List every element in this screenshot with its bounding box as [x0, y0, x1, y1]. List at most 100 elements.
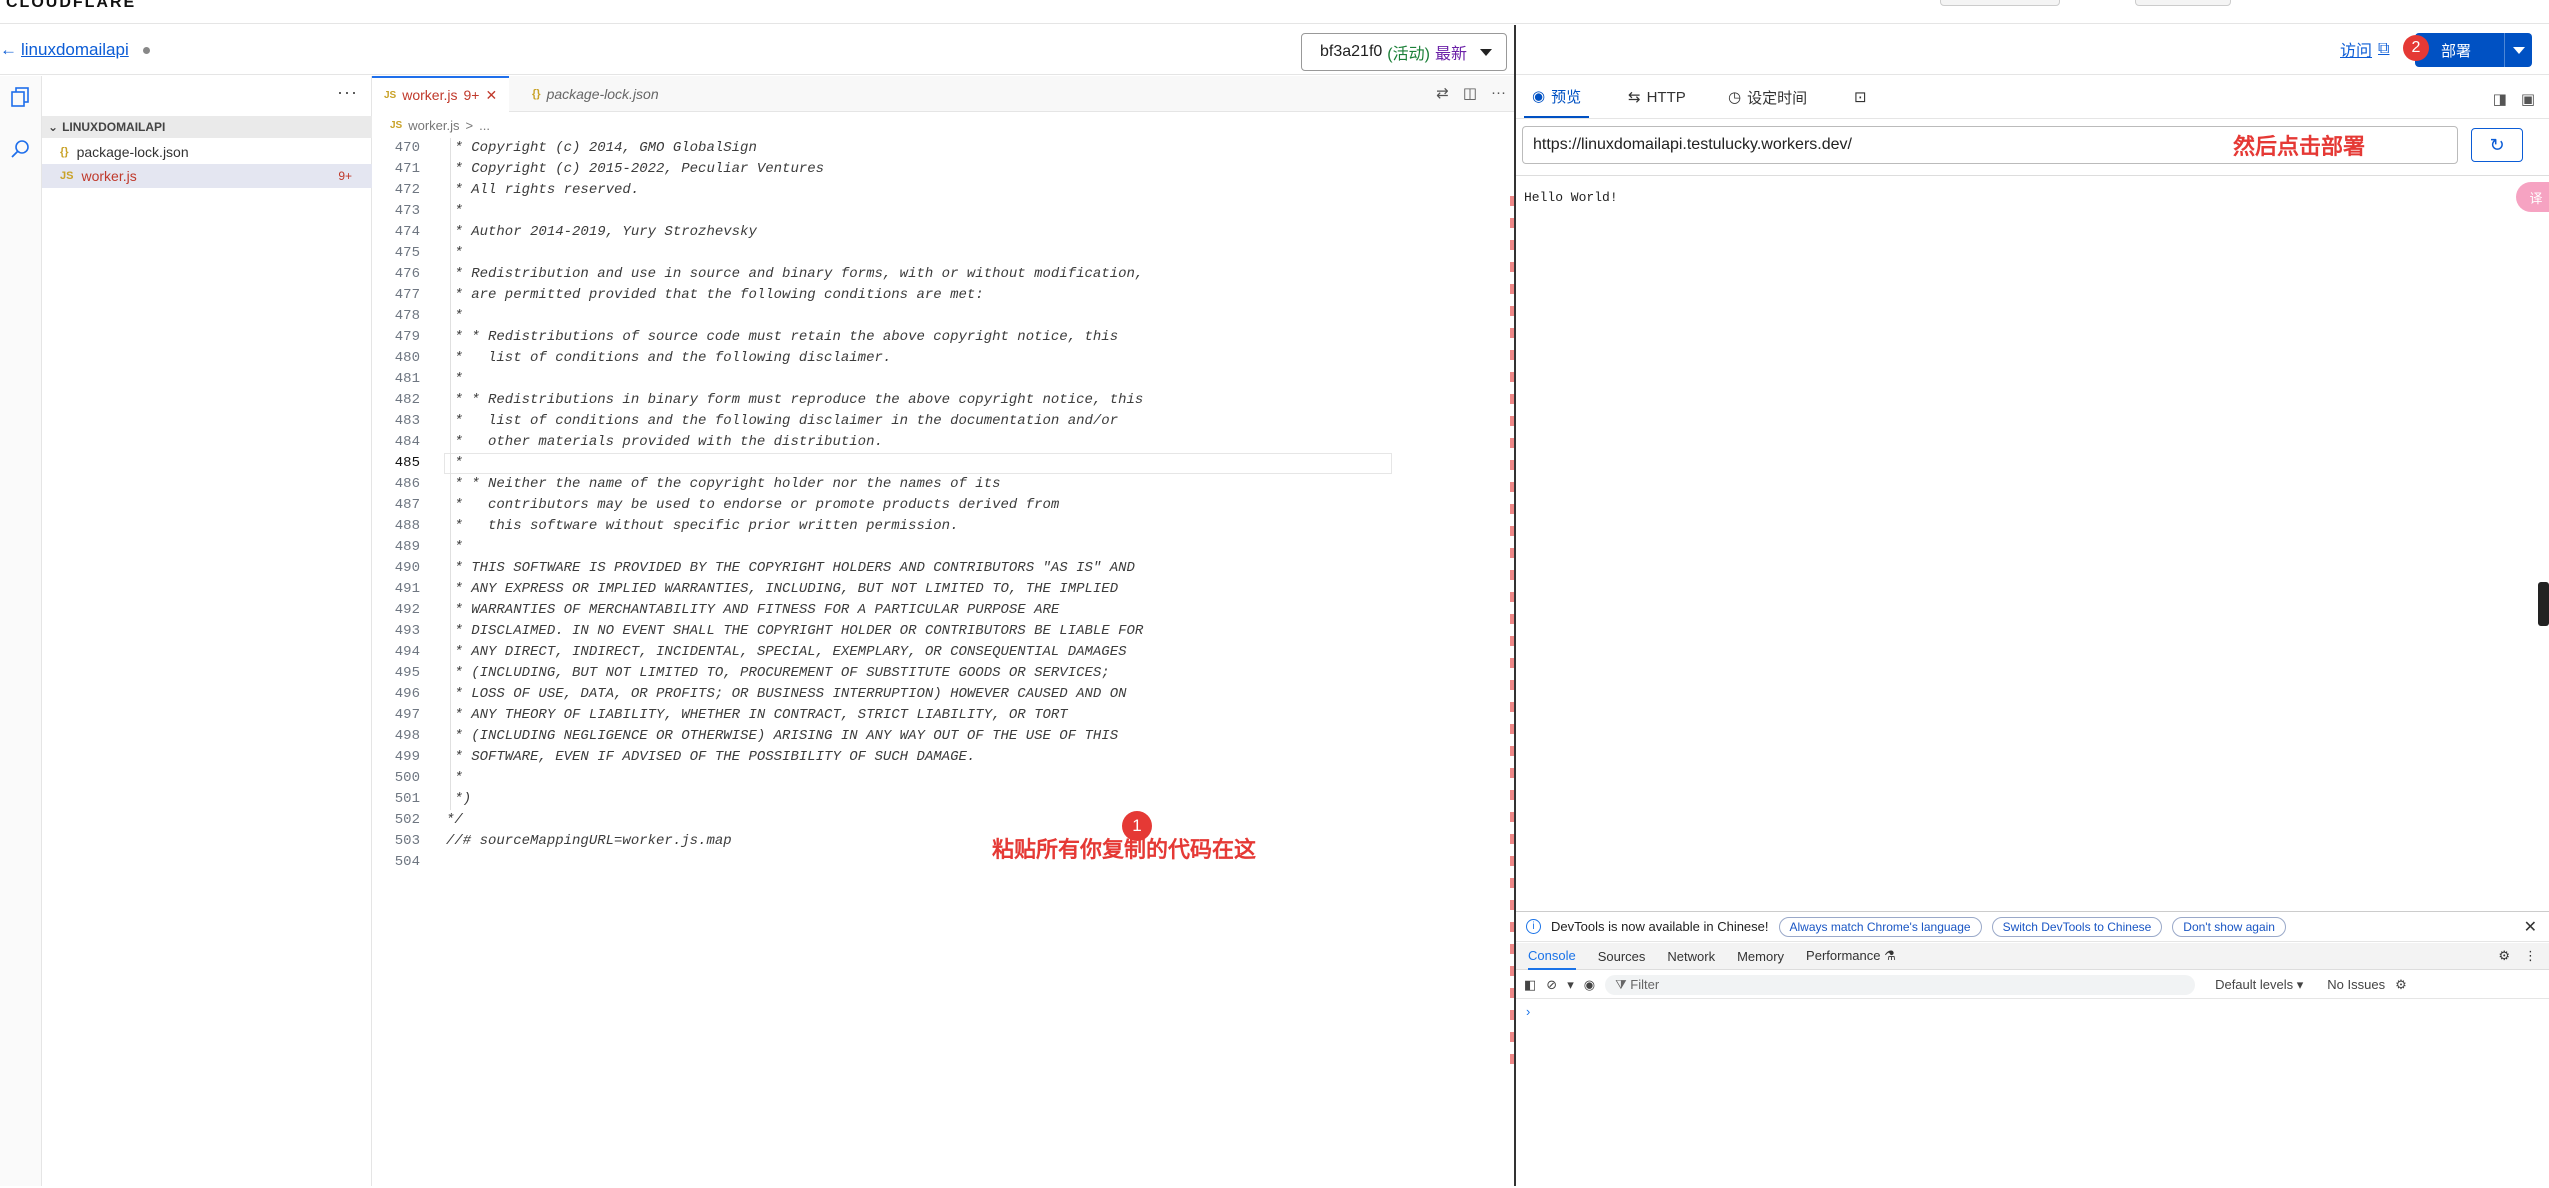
- tab-label: package-lock.json: [546, 86, 659, 102]
- folder-root[interactable]: ⌄ LINUXDOMAILAPI: [42, 116, 372, 138]
- more-icon[interactable]: ···: [1491, 84, 1506, 102]
- worker-name-link[interactable]: linuxdomailapi: [21, 40, 129, 60]
- file-worker-js[interactable]: JS worker.js 9+: [42, 164, 372, 188]
- line-text: * are permitted provided that the follow…: [446, 287, 984, 303]
- code-line[interactable]: 495 * (INCLUDING, BUT NOT LIMITED TO, PR…: [372, 663, 1502, 684]
- code-line[interactable]: 494 * ANY DIRECT, INDIRECT, INCIDENTAL, …: [372, 642, 1502, 663]
- search-icon[interactable]: [10, 138, 32, 160]
- kebab-icon[interactable]: ⋮: [2524, 948, 2537, 964]
- eye-icon[interactable]: ◉: [1584, 977, 1595, 993]
- layout-icon[interactable]: ◨: [2493, 90, 2507, 108]
- explorer-icon[interactable]: [10, 86, 32, 108]
- log-levels-select[interactable]: Default levels ▾: [2215, 977, 2303, 993]
- code-line[interactable]: 502 */: [372, 810, 1502, 831]
- settings-icon[interactable]: ⚙: [2498, 948, 2510, 964]
- code-line[interactable]: 486 * * Neither the name of the copyrigh…: [372, 474, 1502, 495]
- cloudflare-logo[interactable]: CLOUDFLARE: [6, 0, 136, 12]
- refresh-button[interactable]: ↻: [2471, 128, 2523, 162]
- code-line[interactable]: 499 * SOFTWARE, EVEN IF ADVISED OF THE P…: [372, 747, 1502, 768]
- line-number: 484: [394, 434, 420, 450]
- code-line[interactable]: 492 * WARRANTIES OF MERCHANTABILITY AND …: [372, 600, 1502, 621]
- match-language-button[interactable]: Always match Chrome's language: [1778, 916, 1982, 937]
- code-line[interactable]: 475 *: [372, 243, 1502, 264]
- code-line[interactable]: 496 * LOSS OF USE, DATA, OR PROFITS; OR …: [372, 684, 1502, 705]
- line-text: * (INCLUDING, BUT NOT LIMITED TO, PROCUR…: [446, 665, 1110, 681]
- tab-network[interactable]: Network: [1667, 949, 1715, 964]
- split-editor-icon[interactable]: ◫: [1463, 84, 1477, 102]
- code-line[interactable]: 493 * DISCLAIMED. IN NO EVENT SHALL THE …: [372, 621, 1502, 642]
- more-icon[interactable]: ···: [337, 82, 358, 103]
- tab-performance[interactable]: Performance ⚗: [1806, 948, 1896, 964]
- tab-worker-js[interactable]: JS worker.js 9+ ✕: [372, 76, 510, 112]
- visit-link[interactable]: 访问 ⧉: [2340, 37, 2389, 61]
- code-line[interactable]: 487 * contributors may be used to endors…: [372, 495, 1502, 516]
- switch-chinese-button[interactable]: Switch DevTools to Chinese: [1991, 916, 2163, 937]
- filter-input[interactable]: ⧩ Filter: [1605, 974, 2196, 995]
- line-number: 477: [394, 287, 420, 303]
- preview-pane: 访问 ⧉ 部署 2 ◉ 预览 ⇆ HTTP ◷ 设定时间 ⊡ ◨ ▣ https…: [1516, 25, 2549, 1186]
- code-line[interactable]: 504: [372, 852, 1502, 873]
- devtools-icon[interactable]: ▣: [2521, 90, 2535, 108]
- tab-http[interactable]: ⇆ HTTP: [1620, 76, 1694, 118]
- breadcrumb-file[interactable]: worker.js: [408, 118, 459, 133]
- code-line[interactable]: 498 * (INCLUDING NEGLIGENCE OR OTHERWISE…: [372, 726, 1502, 747]
- code-line[interactable]: 501 *): [372, 789, 1502, 810]
- code-line[interactable]: 478 *: [372, 306, 1502, 327]
- code-line[interactable]: 488 * this software without specific pri…: [372, 516, 1502, 537]
- code-line[interactable]: 476 * Redistribution and use in source a…: [372, 264, 1502, 285]
- js-file-icon: JS: [384, 89, 397, 101]
- code-line[interactable]: 470 * Copyright (c) 2014, GMO GlobalSign: [372, 138, 1502, 159]
- compare-icon[interactable]: ⇄: [1436, 84, 1449, 102]
- code-line[interactable]: 503 //# sourceMappingURL=worker.js.map: [372, 831, 1502, 852]
- code-line[interactable]: 500 *: [372, 768, 1502, 789]
- tab-label: 设定时间: [1747, 89, 1808, 107]
- file-package-lock[interactable]: {} package-lock.json: [42, 140, 372, 164]
- code-line[interactable]: 477 * are permitted provided that the fo…: [372, 285, 1502, 306]
- tab-memory[interactable]: Memory: [1737, 949, 1784, 964]
- sidebar-toggle-icon[interactable]: ◧: [1524, 977, 1536, 993]
- issues-counter[interactable]: No Issues: [2327, 977, 2385, 992]
- preview-viewport[interactable]: Hello World! 译: [1516, 175, 2549, 935]
- console-prompt[interactable]: ›: [1526, 1004, 1530, 1019]
- scroll-handle[interactable]: [2538, 582, 2549, 626]
- code-line[interactable]: 481 *: [372, 369, 1502, 390]
- tab-console[interactable]: Console: [1528, 943, 1576, 970]
- code-line[interactable]: 489 *: [372, 537, 1502, 558]
- version-select[interactable]: bf3a21f0 (活动) 最新: [1301, 33, 1507, 71]
- code-line[interactable]: 473 *: [372, 201, 1502, 222]
- tab-preview[interactable]: ◉ 预览: [1524, 76, 1590, 118]
- code-line[interactable]: 479 * * Redistributions of source code m…: [372, 327, 1502, 348]
- close-icon[interactable]: ✕: [485, 87, 497, 104]
- code-line[interactable]: 480 * list of conditions and the followi…: [372, 348, 1502, 369]
- tab-package-lock[interactable]: {} package-lock.json: [520, 76, 671, 112]
- code-line[interactable]: 483 * list of conditions and the followi…: [372, 411, 1502, 432]
- support-pill[interactable]: [2135, 0, 2231, 6]
- tab-schedule[interactable]: ◷ 设定时间: [1720, 76, 1815, 118]
- settings-icon[interactable]: ⚙: [2395, 977, 2407, 993]
- line-text: * list of conditions and the following d…: [446, 413, 1119, 429]
- code-line[interactable]: 484 * other materials provided with the …: [372, 432, 1502, 453]
- tab-terminal[interactable]: ⊡: [1846, 76, 1875, 118]
- close-icon[interactable]: ✕: [2524, 917, 2537, 937]
- breadcrumb-separator: >: [465, 118, 474, 133]
- dont-show-button[interactable]: Don't show again: [2172, 916, 2286, 937]
- clear-console-icon[interactable]: ⊘: [1546, 977, 1557, 993]
- code-area[interactable]: 470 * Copyright (c) 2014, GMO GlobalSign…: [372, 138, 1502, 1188]
- back-link[interactable]: ← linuxdomailapi: [0, 40, 150, 60]
- code-line[interactable]: 490 * THIS SOFTWARE IS PROVIDED BY THE C…: [372, 558, 1502, 579]
- code-line[interactable]: 472 * All rights reserved.: [372, 180, 1502, 201]
- context-select[interactable]: ▾: [1567, 977, 1574, 993]
- code-line[interactable]: 491 * ANY EXPRESS OR IMPLIED WARRANTIES,…: [372, 579, 1502, 600]
- account-pill[interactable]: [1940, 0, 2060, 6]
- breadcrumb-symbol[interactable]: ...: [479, 118, 490, 133]
- code-line[interactable]: 474 * Author 2014-2019, Yury Strozhevsky: [372, 222, 1502, 243]
- tab-sources[interactable]: Sources: [1598, 949, 1646, 964]
- line-text: * Copyright (c) 2014, GMO GlobalSign: [446, 140, 757, 156]
- code-line[interactable]: 471 * Copyright (c) 2015-2022, Peculiar …: [372, 159, 1502, 180]
- deploy-button[interactable]: 部署: [2415, 33, 2532, 67]
- code-line[interactable]: 497 * ANY THEORY OF LIABILITY, WHETHER I…: [372, 705, 1502, 726]
- code-line[interactable]: 485 *: [372, 453, 1502, 474]
- translate-icon[interactable]: 译: [2516, 182, 2549, 212]
- code-line[interactable]: 482 * * Redistributions in binary form m…: [372, 390, 1502, 411]
- deploy-dropdown[interactable]: [2504, 33, 2532, 67]
